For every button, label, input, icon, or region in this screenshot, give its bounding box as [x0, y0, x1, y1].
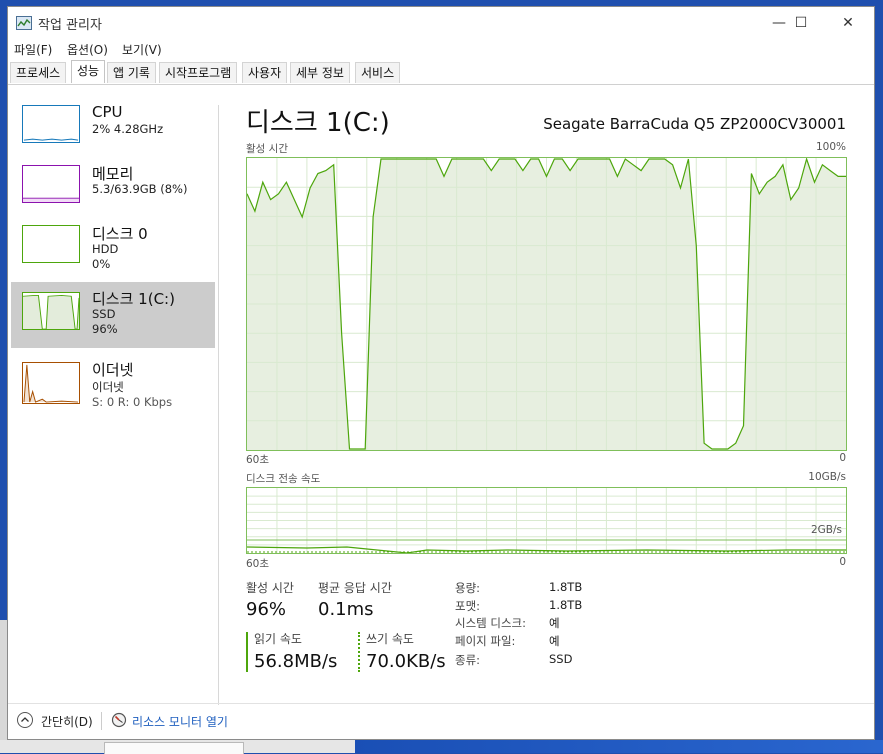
formatted-value: 1.8TB	[549, 598, 583, 612]
transfer-rate-graph: 2GB/s	[246, 487, 847, 554]
activity-time-graph	[246, 157, 847, 451]
transfer-graph-label: 디스크 전송 속도	[246, 473, 321, 485]
read-speed-value: 56.8MB/s	[254, 651, 338, 672]
transfer-graph-min: 0	[839, 556, 846, 568]
ethernet-thumbnail-graph	[22, 362, 80, 404]
write-speed-label: 쓰기 속도	[366, 632, 414, 646]
sidebar-item-detail: HDD	[92, 242, 119, 256]
activity-graph-max: 100%	[815, 141, 846, 153]
sidebar-item-detail: SSD	[92, 307, 116, 321]
disk0-thumbnail-graph	[22, 225, 80, 263]
menu-file[interactable]: 파일(F)	[14, 41, 52, 58]
transfer-graph-max: 10GB/s	[808, 471, 846, 483]
close-icon: ✕	[842, 14, 854, 31]
formatted-label: 포맷:	[455, 599, 481, 613]
menu-options[interactable]: 옵션(O)	[67, 41, 108, 58]
sidebar-item-title: 이더넷	[92, 361, 134, 379]
page-file-value: 예	[549, 634, 560, 648]
fewer-details-link[interactable]: 간단히(D)	[41, 713, 93, 730]
activity-graph-label: 활성 시간	[246, 143, 288, 155]
tab-startup[interactable]: 시작프로그램	[159, 62, 238, 83]
sidebar-item-usage: S: 0 R: 0 Kbps	[92, 395, 173, 409]
tab-performance[interactable]: 성능	[71, 60, 106, 83]
footer-bar: 간단히(D) 리소스 모니터 열기	[8, 703, 874, 742]
sidebar-item-cpu[interactable]: CPU 2% 4.28GHz	[11, 103, 215, 169]
tab-services[interactable]: 서비스	[355, 62, 401, 83]
response-time-value: 0.1ms	[318, 599, 374, 620]
type-label: 종류:	[455, 653, 481, 667]
active-time-label: 활성 시간	[246, 581, 294, 595]
performance-sidebar: CPU 2% 4.28GHz 메모리 5.3/63.9GB (8%) 디스크 0…	[8, 85, 218, 645]
page-title: 디스크 1(C:)	[246, 108, 390, 138]
transfer-grid	[247, 488, 846, 553]
tab-app-history[interactable]: 앱 기록	[107, 62, 156, 83]
fewer-details-button[interactable]	[17, 712, 33, 728]
write-speed-value: 70.0KB/s	[366, 651, 446, 672]
task-manager-window: 작업 관리자 — ☐ ✕ 파일(F) 옵션(O) 보기(V) 프로세스 성능 앱…	[7, 6, 875, 740]
sidebar-item-title: CPU	[92, 103, 123, 121]
title-bar[interactable]: 작업 관리자 — ☐ ✕	[8, 7, 874, 38]
sidebar-item-title: 디스크 1(C:)	[92, 290, 175, 308]
chevron-up-icon	[21, 717, 29, 722]
capacity-value: 1.8TB	[549, 580, 583, 594]
tab-bar: 프로세스 성능 앱 기록 시작프로그램 사용자 세부 정보 서비스	[8, 60, 874, 85]
response-time-label: 평균 응답 시간	[318, 581, 392, 595]
activity-time-plot	[247, 158, 846, 450]
sidebar-item-disk-1[interactable]: 디스크 1(C:) SSD 96%	[11, 282, 215, 348]
type-value: SSD	[549, 652, 573, 666]
menu-bar: 파일(F) 옵션(O) 보기(V)	[8, 38, 874, 60]
read-speed-indicator	[246, 632, 248, 672]
sidebar-item-detail: 이더넷	[92, 380, 124, 394]
sidebar-item-memory[interactable]: 메모리 5.3/63.9GB (8%)	[11, 165, 215, 229]
sidebar-item-detail: 5.3/63.9GB (8%)	[92, 182, 188, 196]
tab-users[interactable]: 사용자	[242, 62, 288, 83]
read-speed-label: 읽기 속도	[254, 632, 302, 646]
maximize-icon: ☐	[794, 14, 808, 31]
sidebar-item-title: 메모리	[92, 165, 134, 183]
window-title: 작업 관리자	[38, 18, 102, 33]
activity-graph-min: 0	[839, 452, 846, 464]
sidebar-item-usage: 96%	[92, 322, 118, 336]
menu-view[interactable]: 보기(V)	[122, 41, 162, 58]
tab-processes[interactable]: 프로세스	[10, 62, 67, 83]
sidebar-item-title: 디스크 0	[92, 225, 148, 243]
maximize-button[interactable]: ☐	[778, 7, 824, 38]
transfer-rate-plot	[247, 488, 846, 553]
capacity-label: 용량:	[455, 581, 481, 595]
active-time-value: 96%	[246, 599, 287, 620]
close-button[interactable]: ✕	[825, 7, 871, 38]
activity-graph-time: 60초	[246, 454, 270, 466]
task-manager-icon	[16, 16, 32, 30]
resource-monitor-icon[interactable]	[111, 712, 127, 728]
page-file-label: 페이지 파일:	[455, 634, 516, 648]
sidebar-item-detail: 2% 4.28GHz	[92, 122, 164, 136]
tab-details[interactable]: 세부 정보	[290, 62, 350, 83]
cpu-thumbnail-graph	[22, 105, 80, 143]
resource-monitor-link[interactable]: 리소스 모니터 열기	[132, 713, 228, 730]
disk-model-name: Seagate BarraCuda Q5 ZP2000CV30001	[543, 115, 846, 133]
transfer-graph-time: 60초	[246, 558, 270, 570]
disk1-thumbnail-graph	[22, 292, 80, 330]
sidebar-item-usage: 0%	[92, 257, 111, 271]
taskbar-button[interactable]	[104, 742, 244, 754]
sidebar-item-ethernet[interactable]: 이더넷 이더넷 S: 0 R: 0 Kbps	[11, 357, 215, 421]
panel-divider	[218, 105, 219, 705]
sidebar-item-disk-0[interactable]: 디스크 0 HDD 0%	[11, 225, 215, 289]
footer-separator	[101, 712, 102, 730]
memory-thumbnail-graph	[22, 165, 80, 203]
transfer-graph-mid: 2GB/s	[810, 524, 842, 536]
system-disk-value: 예	[549, 616, 560, 630]
write-speed-indicator	[358, 632, 360, 672]
system-disk-label: 시스템 디스크:	[455, 616, 527, 630]
